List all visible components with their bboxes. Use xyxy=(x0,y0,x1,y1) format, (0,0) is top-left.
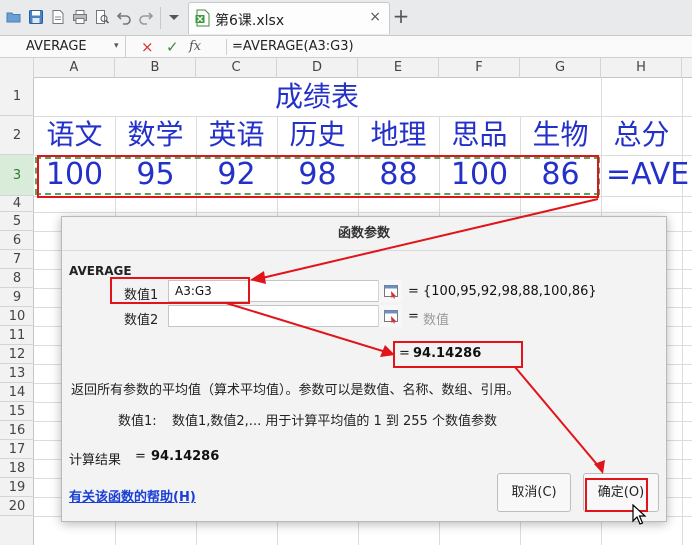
formula-bar: AVERAGE ▾ × ✓ fx =AVERAGE(A3:G3) xyxy=(0,36,692,58)
title-tab-bar: 第6课.xlsx × + xyxy=(0,0,692,36)
formula-bar-separator xyxy=(226,39,227,55)
column-header[interactable]: B xyxy=(115,58,196,78)
header-cell-math[interactable]: 数学 xyxy=(115,116,196,154)
print-icon[interactable] xyxy=(72,9,88,25)
calc-result-equals: = xyxy=(135,449,146,464)
header-cell-biology[interactable]: 生物 xyxy=(520,116,601,154)
row-header[interactable]: 19 xyxy=(0,478,34,497)
mouse-cursor-icon xyxy=(632,503,648,526)
arg1-evaluated: {100,95,92,98,88,100,86} xyxy=(423,284,597,299)
function-name: AVERAGE xyxy=(69,264,132,278)
arg2-evaluated: 数值 xyxy=(423,313,450,328)
range-highlight-box xyxy=(37,155,599,198)
spreadsheet-file-icon xyxy=(195,9,211,27)
insert-function-icon[interactable]: fx xyxy=(189,37,201,57)
row-header[interactable]: 6 xyxy=(0,231,34,250)
name-box-dropdown-icon[interactable]: ▾ xyxy=(114,36,119,57)
column-header[interactable]: F xyxy=(439,58,520,78)
row-header[interactable]: 9 xyxy=(0,288,34,307)
header-cell-geography[interactable]: 地理 xyxy=(358,116,439,154)
open-folder-icon[interactable] xyxy=(6,9,22,25)
cancel-button[interactable]: 取消(C) xyxy=(497,473,571,512)
function-arguments-dialog: 函数参数 AVERAGE 数值1 A3:G3 = {100,95,92,98,8… xyxy=(61,216,667,522)
header-cell-english[interactable]: 英语 xyxy=(196,116,277,154)
row-header-active[interactable]: 3 xyxy=(0,155,34,196)
column-header[interactable]: G xyxy=(520,58,601,78)
formula-cell-h3[interactable]: =AVERAGE xyxy=(606,155,692,195)
enter-formula-icon[interactable]: ✓ xyxy=(166,37,179,57)
row-header[interactable]: 14 xyxy=(0,383,34,402)
row-header[interactable]: 15 xyxy=(0,402,34,421)
column-header[interactable]: H xyxy=(601,58,682,78)
row-header[interactable]: 17 xyxy=(0,440,34,459)
function-help-link[interactable]: 有关该函数的帮助(H) xyxy=(69,486,196,505)
column-headers: A B C D E F G H xyxy=(0,58,692,78)
row-header[interactable]: 18 xyxy=(0,459,34,478)
column-header[interactable]: C xyxy=(196,58,277,78)
new-tab-icon[interactable]: + xyxy=(392,4,410,28)
collapse-dialog-icon[interactable] xyxy=(378,305,402,327)
param-description: 数值1,数值2,... 用于计算平均值的 1 到 255 个数值参数 xyxy=(172,414,497,429)
row-header[interactable]: 11 xyxy=(0,326,34,345)
row-header[interactable]: 5 xyxy=(0,212,34,231)
row-header[interactable]: 8 xyxy=(0,269,34,288)
column-header[interactable]: A xyxy=(34,58,115,78)
arg1-highlight-box xyxy=(110,277,250,304)
row-header[interactable]: 7 xyxy=(0,250,34,269)
file-tab-label: 第6课.xlsx xyxy=(215,13,285,29)
sheet-title-cell[interactable]: 成绩表 xyxy=(34,78,600,116)
cancel-formula-icon[interactable]: × xyxy=(141,37,154,57)
param-description-label: 数值1: xyxy=(118,414,157,429)
header-cell-history[interactable]: 历史 xyxy=(277,116,358,154)
column-header[interactable]: E xyxy=(358,58,439,78)
arg2-label: 数值2 xyxy=(124,313,159,328)
undo-icon[interactable] xyxy=(116,9,132,25)
save-icon[interactable] xyxy=(28,9,44,25)
row-header[interactable]: 16 xyxy=(0,421,34,440)
formula-input[interactable]: =AVERAGE(A3:G3) xyxy=(232,36,354,57)
header-cell-total[interactable]: 总分 xyxy=(601,116,682,154)
redo-icon[interactable] xyxy=(138,9,154,25)
export-icon[interactable] xyxy=(50,9,66,25)
file-tab[interactable]: 第6课.xlsx × xyxy=(188,2,390,34)
calc-result-value: 94.14286 xyxy=(151,449,220,464)
toolbar-separator xyxy=(160,7,161,29)
row-header[interactable]: 12 xyxy=(0,345,34,364)
row-header[interactable]: 13 xyxy=(0,364,34,383)
function-description: 返回所有参数的平均值（算术平均值）。参数可以是数值、名称、数组、引用。 xyxy=(71,383,520,398)
header-cell-ethics[interactable]: 思品 xyxy=(439,116,520,154)
grid-line xyxy=(682,78,683,545)
row-header[interactable]: 1 xyxy=(0,78,34,116)
arg1-equals: = xyxy=(408,284,419,299)
row-header[interactable]: 2 xyxy=(0,116,34,155)
select-all-corner[interactable] xyxy=(0,58,34,78)
row-header[interactable]: 20 xyxy=(0,497,34,516)
collapse-dialog-icon[interactable] xyxy=(378,280,402,302)
close-tab-icon[interactable]: × xyxy=(369,9,381,25)
row-header[interactable]: 10 xyxy=(0,307,34,326)
arg2-input[interactable] xyxy=(168,305,402,327)
dialog-title[interactable]: 函数参数 xyxy=(62,217,666,251)
result-highlight-box xyxy=(393,341,523,368)
row-header[interactable]: 4 xyxy=(0,196,34,212)
name-box[interactable]: AVERAGE xyxy=(0,36,126,57)
grid-line xyxy=(34,212,692,213)
arg2-equals: = xyxy=(408,309,419,324)
dropdown-icon[interactable] xyxy=(166,9,182,25)
column-header[interactable]: D xyxy=(277,58,358,78)
row-headers: 1 2 3 4 5 6 7 8 9 10 11 12 13 14 15 16 1… xyxy=(0,78,34,545)
print-preview-icon[interactable] xyxy=(94,9,110,25)
header-cell-chinese[interactable]: 语文 xyxy=(34,116,115,154)
calc-result-label: 计算结果 xyxy=(69,453,122,468)
